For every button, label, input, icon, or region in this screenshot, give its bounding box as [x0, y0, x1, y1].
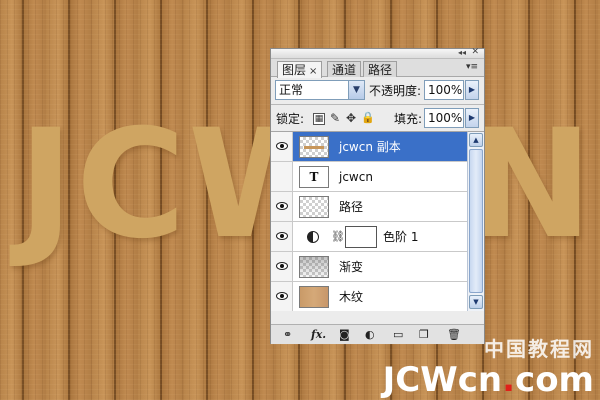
- watermark-dot: .: [502, 360, 516, 400]
- eye-icon[interactable]: [276, 262, 288, 270]
- fill-input[interactable]: 100%: [424, 108, 464, 128]
- chevron-down-icon[interactable]: ▼: [348, 81, 364, 99]
- layer-list: jcwcn 副本 T jcwcn 路径 ⛓ 色阶 1 渐变 木纹: [271, 131, 467, 311]
- layer-thumbnail: [299, 196, 329, 218]
- opacity-label: 不透明度:: [369, 84, 422, 98]
- new-adjustment-icon[interactable]: ◐: [365, 328, 375, 341]
- tab-close-icon[interactable]: ×: [309, 66, 317, 77]
- tab-layers-label: 图层: [282, 63, 307, 77]
- eye-icon[interactable]: [276, 202, 288, 210]
- layer-mask-thumbnail: [345, 226, 377, 248]
- fill-slider-button[interactable]: ▶: [465, 108, 479, 128]
- layer-thumbnail: [299, 286, 329, 308]
- layer-name: jcwcn 副本: [339, 140, 401, 154]
- layer-name: jcwcn: [339, 170, 373, 184]
- blend-mode-value: 正常: [279, 83, 304, 97]
- adjustment-layer-icon: [307, 231, 319, 243]
- opacity-slider-button[interactable]: ▶: [465, 80, 479, 100]
- layer-thumbnail: [299, 136, 329, 158]
- link-icon[interactable]: ⛓: [331, 230, 345, 243]
- layer-row-gradient[interactable]: 渐变: [271, 252, 467, 282]
- scroll-down-icon[interactable]: ▼: [469, 295, 483, 309]
- lock-brush-icon[interactable]: ✎: [329, 112, 341, 125]
- watermark-en-a: JCWcn: [382, 360, 503, 400]
- layer-list-scrollbar[interactable]: ▲ ▼: [467, 131, 484, 311]
- panel-tabs: 图层 × 通道 路径 ▾≡: [271, 59, 484, 78]
- eye-icon[interactable]: [276, 142, 288, 150]
- visibility-toggle[interactable]: [271, 192, 293, 221]
- lock-transparent-icon[interactable]: ▦: [313, 113, 325, 125]
- eye-icon[interactable]: [276, 232, 288, 240]
- lock-label: 锁定:: [276, 112, 305, 126]
- scrollbar-thumb[interactable]: [469, 149, 483, 293]
- layer-name: 色阶 1: [383, 230, 419, 244]
- layer-row-levels[interactable]: ⛓ 色阶 1: [271, 222, 467, 252]
- tab-paths[interactable]: 路径: [363, 61, 398, 77]
- new-layer-icon[interactable]: ❐: [419, 328, 429, 341]
- layer-thumbnail: [299, 256, 329, 278]
- delete-layer-icon[interactable]: 🗑: [447, 328, 461, 341]
- lock-all-icon[interactable]: 🔒: [361, 112, 375, 125]
- link-layers-icon[interactable]: ⚭: [283, 328, 292, 341]
- visibility-toggle[interactable]: [271, 282, 293, 311]
- lock-move-icon[interactable]: ✥: [345, 112, 357, 125]
- tab-layers[interactable]: 图层 ×: [277, 61, 323, 78]
- add-mask-icon[interactable]: ◙: [339, 328, 350, 341]
- divider: [271, 104, 484, 105]
- tab-channels[interactable]: 通道: [327, 61, 362, 77]
- layer-name: 木纹: [339, 290, 364, 304]
- opacity-input[interactable]: 100%: [424, 80, 464, 100]
- close-panel-icon[interactable]: ✕: [471, 47, 479, 57]
- panel-footer: ⚭ fx. ◙ ◐ ▭ ❐ 🗑: [271, 324, 484, 344]
- scroll-up-icon[interactable]: ▲: [469, 133, 483, 147]
- panel-titlebar[interactable]: ◂◂ ✕: [271, 47, 484, 59]
- layer-style-icon[interactable]: fx.: [311, 328, 326, 341]
- layers-panel: ◂◂ ✕ 图层 × 通道 路径 ▾≡ 正常 ▼ 不透明度: 100% ▶ 锁定: …: [270, 47, 485, 344]
- layer-row-paths[interactable]: 路径: [271, 192, 467, 222]
- visibility-toggle[interactable]: [271, 222, 293, 251]
- eye-icon[interactable]: [276, 292, 288, 300]
- layer-name: 路径: [339, 200, 364, 214]
- blend-mode-select[interactable]: 正常 ▼: [275, 80, 365, 100]
- new-group-icon[interactable]: ▭: [393, 328, 403, 341]
- visibility-toggle[interactable]: [271, 162, 293, 191]
- layer-row-jcwcn[interactable]: T jcwcn: [271, 162, 467, 192]
- visibility-toggle[interactable]: [271, 132, 293, 161]
- panel-menu-icon[interactable]: ▾≡: [466, 62, 478, 72]
- visibility-toggle[interactable]: [271, 252, 293, 281]
- collapse-icon[interactable]: ◂◂: [458, 48, 466, 57]
- watermark-en-b: com: [515, 360, 594, 400]
- layer-name: 渐变: [339, 260, 364, 274]
- fill-label: 填充:: [394, 112, 423, 126]
- layer-row-jcwcn-copy[interactable]: jcwcn 副本: [271, 132, 467, 162]
- watermark-en: JCWcn.com: [383, 362, 594, 398]
- text-layer-thumbnail: T: [299, 166, 329, 188]
- layer-row-woodgrain[interactable]: 木纹: [271, 282, 467, 311]
- thumbnail-stroke: [304, 146, 324, 149]
